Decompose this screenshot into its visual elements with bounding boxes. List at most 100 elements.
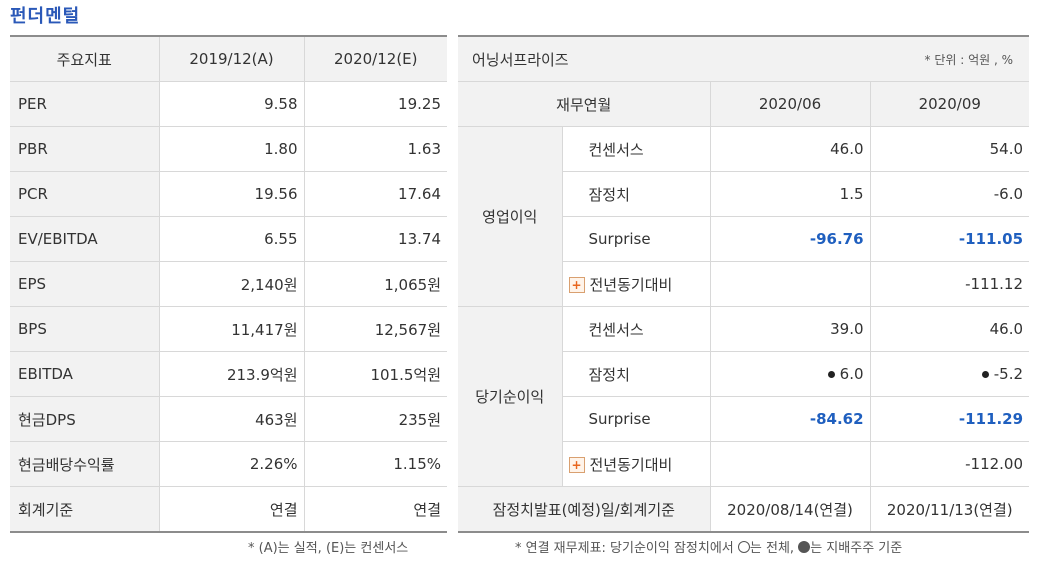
table-row: BPS 11,417원 12,567원: [10, 306, 447, 352]
value-text: 6.0: [839, 365, 864, 383]
row-label: BPS: [10, 306, 159, 352]
cell-value: 46.0: [869, 306, 1030, 352]
row-label: PCR: [10, 171, 159, 217]
table-row: EBITDA 213.9억원 101.5억원: [10, 351, 447, 397]
table-row: PBR 1.80 1.63: [10, 126, 447, 172]
note-suffix: 는 지배주주 기준: [810, 541, 903, 556]
cell-estimate: 1.63: [303, 126, 447, 172]
right-footnote: * 연결 재무제표: 당기순이익 잠정치에서 는 전체, 는 지배주주 기준: [515, 537, 902, 556]
cell-estimate: 12,567원: [303, 306, 447, 352]
surprise-value: -96.76: [709, 216, 871, 262]
header-fiscal-period: 재무연월: [458, 81, 711, 127]
period-header-row: 재무연월 2020/06 2020/09: [458, 81, 1030, 127]
table-row: EV/EBITDA 6.55 13.74: [10, 216, 447, 262]
table-row: 현금배당수익률 2.26% 1.15%: [10, 441, 447, 487]
cell-actual: 11,417원: [158, 306, 304, 352]
cell-actual: 2.26%: [158, 441, 304, 487]
row-label: 전년동기대비: [589, 455, 673, 474]
yoy-toggle[interactable]: + 전년동기대비: [561, 261, 711, 307]
row-label: EV/EBITDA: [10, 216, 159, 262]
surprise-value: -84.62: [709, 396, 871, 442]
surprise-value: -111.05: [869, 216, 1030, 262]
announce-date-1: 2020/08/14(연결): [709, 486, 871, 532]
value-text: -5.2: [993, 365, 1024, 383]
unit-note: * 단위 : 억원 , %: [710, 36, 1030, 82]
header-actual-2019: 2019/12(A): [158, 36, 304, 82]
announce-date-label: 잠정치발표(예정)일/회계기준: [458, 486, 711, 532]
filled-circle-icon: [798, 541, 811, 553]
group-net-income: 당기순이익: [458, 306, 562, 487]
table-row: 영업이익 컨센서스 46.0 54.0: [458, 126, 1030, 307]
earnings-surprise-table: 어닝서프라이즈 * 단위 : 억원 , % 재무연월 2020/06 2020/…: [458, 35, 1030, 533]
cell-actual: 2,140원: [158, 261, 304, 307]
left-footnote: * (A)는 실적, (E)는 컨센서스: [248, 541, 409, 556]
row-label: 현금배당수익률: [10, 441, 159, 487]
cell-estimate: 17.64: [303, 171, 447, 217]
cell-value: -111.12: [869, 261, 1030, 307]
cell-actual: 1.80: [158, 126, 304, 172]
open-circle-icon: [737, 541, 750, 553]
cell-value: 6.0: [709, 351, 871, 397]
yoy-toggle[interactable]: + 전년동기대비: [561, 441, 711, 487]
row-label: Surprise: [561, 396, 711, 442]
cell-actual: 463원: [158, 396, 304, 442]
cell-estimate: 연결: [303, 486, 447, 532]
caption-row: 어닝서프라이즈 * 단위 : 억원 , %: [458, 36, 1030, 82]
row-label: PER: [10, 81, 159, 127]
row-label: PBR: [10, 126, 159, 172]
cell-actual: 213.9억원: [158, 351, 304, 397]
cell-actual: 연결: [158, 486, 304, 532]
cell-value: 39.0: [709, 306, 871, 352]
key-indicators-table: 주요지표 2019/12(A) 2020/12(E) PER 9.58 19.25 …: [10, 35, 447, 533]
table-row: PCR 19.56 17.64: [10, 171, 447, 217]
row-label: 회계기준: [10, 486, 159, 532]
cell-value: 46.0: [709, 126, 871, 172]
cell-estimate: 235원: [303, 396, 447, 442]
note-prefix: * 연결 재무제표: 당기순이익 잠정치에서: [515, 541, 734, 556]
cell-estimate: 101.5억원: [303, 351, 447, 397]
header-indicator: 주요지표: [10, 36, 159, 82]
table-row: 당기순이익 컨센서스 39.0 46.0: [458, 306, 1030, 487]
header-estimate-2020: 2020/12(E): [303, 36, 447, 82]
cell-actual: 19.56: [158, 171, 304, 217]
table-header-row: 주요지표 2019/12(A) 2020/12(E): [10, 36, 447, 82]
cell-value: -5.2: [869, 351, 1030, 397]
expand-plus-icon[interactable]: +: [568, 457, 585, 473]
earnings-surprise-caption: 어닝서프라이즈: [458, 36, 711, 82]
controlling-dot-icon: [981, 371, 989, 378]
cell-estimate: 1,065원: [303, 261, 447, 307]
cell-actual: 9.58: [158, 81, 304, 127]
row-label: 전년동기대비: [589, 275, 673, 294]
cell-estimate: 13.74: [303, 216, 447, 262]
row-label: 잠정치: [561, 171, 711, 217]
cell-value: [709, 441, 871, 487]
cell-value: 54.0: [869, 126, 1030, 172]
header-period-1: 2020/06: [709, 81, 871, 127]
row-label: Surprise: [561, 216, 711, 262]
header-period-2: 2020/09: [869, 81, 1030, 127]
cell-estimate: 19.25: [303, 81, 447, 127]
row-label: 현금DPS: [10, 396, 159, 442]
table-row: PER 9.58 19.25: [10, 81, 447, 127]
row-label: 잠정치: [561, 351, 711, 397]
cell-value: -6.0: [869, 171, 1030, 217]
table-row: 회계기준 연결 연결: [10, 486, 447, 532]
section-title: 펀더멘털: [10, 6, 81, 27]
cell-value: 1.5: [709, 171, 871, 217]
cell-value: [709, 261, 871, 307]
table-row: EPS 2,140원 1,065원: [10, 261, 447, 307]
footer-row: 잠정치발표(예정)일/회계기준 2020/08/14(연결) 2020/11/1…: [458, 486, 1030, 532]
controlling-dot-icon: [827, 371, 835, 378]
note-mid: 는 전체,: [749, 541, 795, 556]
surprise-value: -111.29: [869, 396, 1030, 442]
expand-plus-icon[interactable]: +: [568, 277, 585, 293]
announce-date-2: 2020/11/13(연결): [869, 486, 1030, 532]
cell-value: -112.00: [869, 441, 1030, 487]
cell-estimate: 1.15%: [303, 441, 447, 487]
row-label: EBITDA: [10, 351, 159, 397]
row-label: 컨센서스: [561, 126, 711, 172]
table-row: 현금DPS 463원 235원: [10, 396, 447, 442]
row-label: 컨센서스: [561, 306, 711, 352]
group-operating-income: 영업이익: [458, 126, 562, 307]
cell-actual: 6.55: [158, 216, 304, 262]
